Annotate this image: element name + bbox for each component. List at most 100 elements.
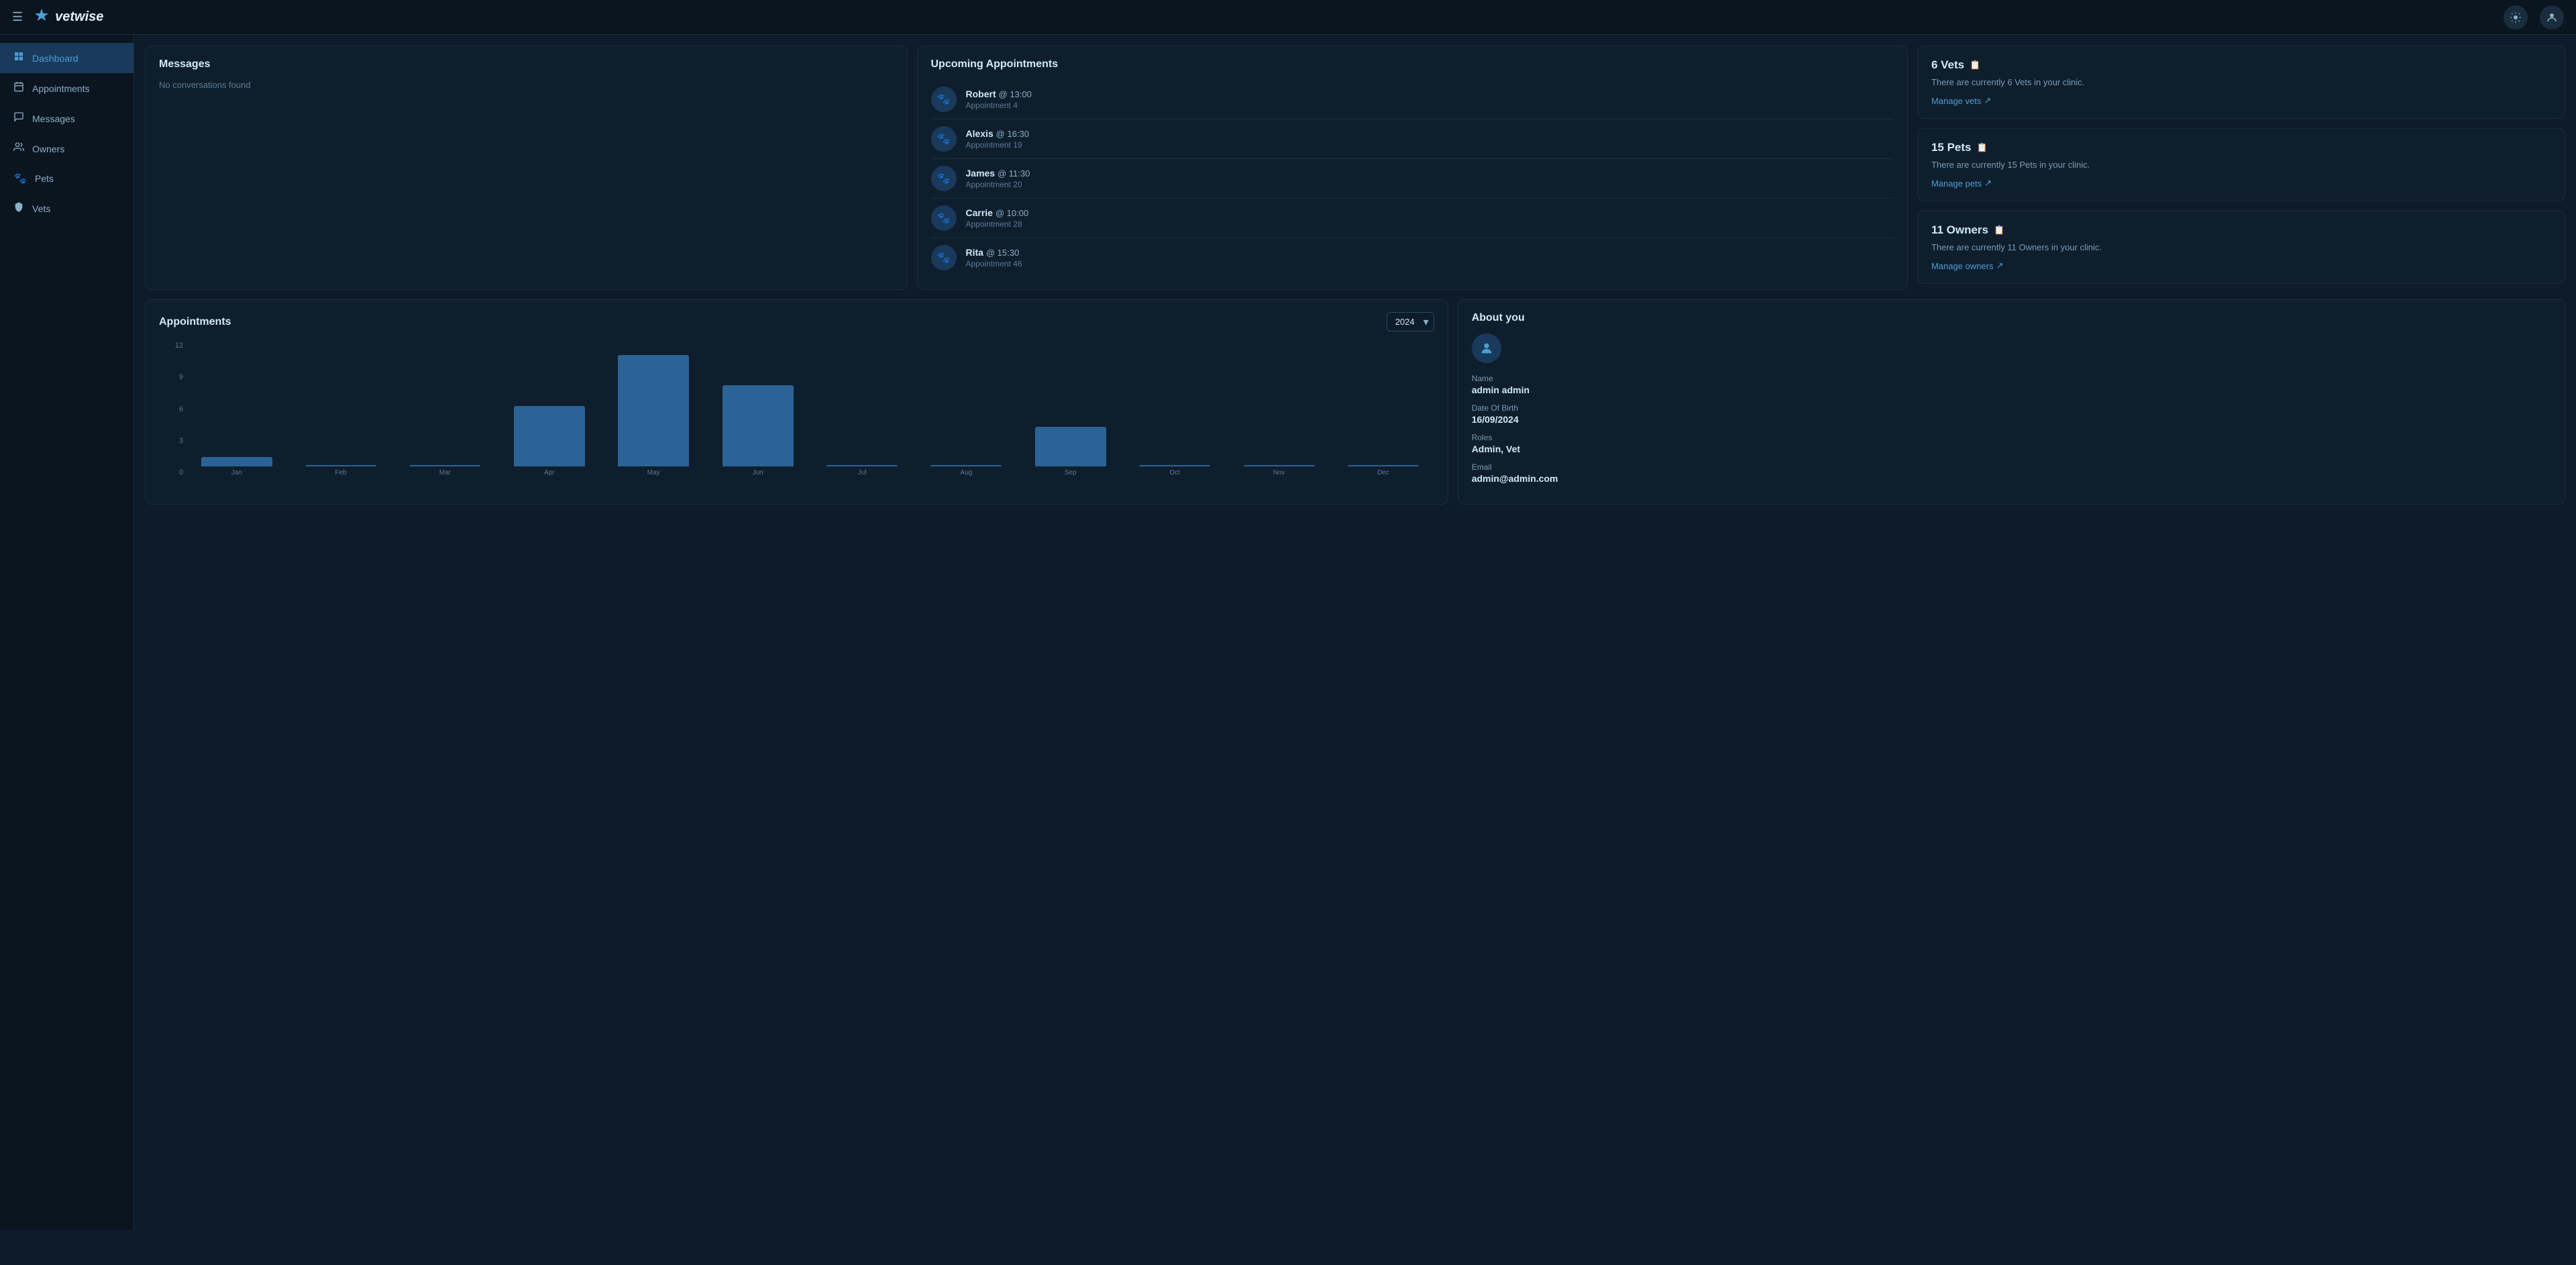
manage-pets-link[interactable]: Manage pets ↗ [1931,178,2551,189]
sidebar-item-appointments[interactable]: Appointments [0,73,133,103]
roles-value: Admin, Vet [1472,444,2551,454]
sidebar-item-vets[interactable]: Vets [0,193,133,223]
email-value: admin@admin.com [1472,473,2551,484]
appt-sub: Appointment 4 [966,101,1032,110]
appt-info: Robert @ 13:00 Appointment 4 [966,89,1032,110]
user-avatar [1472,334,1501,363]
bar-label-jun: Jun [753,469,763,476]
appointment-item-alexis[interactable]: 🐾 Alexis @ 16:30 Appointment 19 [931,119,1894,159]
about-title: About you [1472,312,2551,324]
bar-group-oct: Oct [1124,465,1226,476]
owners-stat-desc: There are currently 11 Owners in your cl… [1931,242,2551,252]
bar-group-sep: Sep [1020,427,1121,476]
topbar-left: ☰ vetwise [12,7,103,28]
sidebar-item-owners[interactable]: Owners [0,134,133,164]
upcoming-appointments-card: Upcoming Appointments 🐾 Robert @ 13:00 A… [917,46,1908,290]
y-label-0: 0 [159,469,183,476]
bar-group-mar: Mar [394,465,496,476]
sidebar-item-pets[interactable]: 🐾 Pets [0,164,133,193]
sidebar-label-pets: Pets [35,173,54,184]
copy-icon: 📋 [1994,225,2004,236]
bar-label-mar: Mar [439,469,451,476]
topbar: ☰ vetwise [0,0,2576,35]
chart-area: 12 9 6 3 0 JanFebMarAprMayJunJulAugSepOc… [159,342,1434,476]
vets-stat-card: 6 Vets 📋 There are currently 6 Vets in y… [1917,46,2565,119]
sidebar-label-messages: Messages [32,113,75,124]
paw-avatar: 🐾 [931,126,957,152]
appointment-item-carrie[interactable]: 🐾 Carrie @ 10:00 Appointment 28 [931,199,1894,238]
paw-avatar: 🐾 [931,245,957,270]
upcoming-title: Upcoming Appointments [931,58,1894,70]
manage-vets-link[interactable]: Manage vets ↗ [1931,95,2551,106]
bar-group-jul: Jul [811,465,912,476]
external-link-icon: ↗ [1984,178,1992,189]
appointments-chart-card: Appointments 2024 2023 2022 12 9 6 3 0 [145,299,1448,505]
year-select-wrapper: 2024 2023 2022 [1387,312,1434,332]
appt-sub: Appointment 20 [966,180,1030,189]
top-row: Messages No conversations found Upcoming… [145,46,2565,290]
manage-owners-link[interactable]: Manage owners ↗ [1931,260,2551,271]
bar-label-sep: Sep [1065,469,1077,476]
appt-name: Carrie @ 10:00 [966,207,1029,218]
owners-stat-title: 11 Owners 📋 [1931,223,2551,237]
copy-icon: 📋 [1970,60,1980,70]
appointments-list: 🐾 Robert @ 13:00 Appointment 4 🐾 Alexis [931,80,1894,277]
email-block: Email admin@admin.com [1472,462,2551,484]
pets-stat-title: 15 Pets 📋 [1931,141,2551,154]
user-avatar-button[interactable] [2540,5,2564,30]
messages-icon [13,111,24,125]
y-axis: 12 9 6 3 0 [159,342,183,476]
paw-avatar: 🐾 [931,166,957,191]
dob-value: 16/09/2024 [1472,414,2551,425]
y-label-3: 3 [159,438,183,445]
chart-title: Appointments [159,316,231,328]
bar-label-feb: Feb [335,469,346,476]
appt-sub: Appointment 28 [966,219,1029,229]
appointment-item-robert[interactable]: 🐾 Robert @ 13:00 Appointment 4 [931,80,1894,119]
owners-icon [13,142,24,156]
dob-block: Date Of Birth 16/09/2024 [1472,403,2551,425]
bar-group-jun: Jun [707,385,808,476]
pets-stat-desc: There are currently 15 Pets in your clin… [1931,160,2551,170]
bar-nov [1244,465,1315,466]
name-label: Name [1472,374,2551,383]
bar-mar [409,465,480,466]
pets-stat-card: 15 Pets 📋 There are currently 15 Pets in… [1917,128,2565,201]
bars-container: JanFebMarAprMayJunJulAugSepOctNovDec [186,342,1434,476]
paw-avatar: 🐾 [931,205,957,231]
bar-dec [1348,465,1419,466]
appt-info: James @ 11:30 Appointment 20 [966,168,1030,189]
logo-text: vetwise [55,9,103,25]
appt-info: Carrie @ 10:00 Appointment 28 [966,207,1029,229]
sidebar-item-messages[interactable]: Messages [0,103,133,134]
bar-apr [514,406,585,466]
bar-group-nov: Nov [1228,465,1330,476]
sun-icon[interactable] [2504,5,2528,30]
appointment-item-james[interactable]: 🐾 James @ 11:30 Appointment 20 [931,159,1894,199]
appt-name: James @ 11:30 [966,168,1030,179]
y-label-12: 12 [159,342,183,350]
bar-group-jan: Jan [186,457,287,476]
paw-avatar: 🐾 [931,87,957,112]
appt-name: Robert @ 13:00 [966,89,1032,99]
dob-label: Date Of Birth [1472,403,2551,413]
bar-jun [722,385,794,466]
sidebar-item-dashboard[interactable]: Dashboard [0,43,133,73]
appointment-item-rita[interactable]: 🐾 Rita @ 15:30 Appointment 46 [931,238,1894,277]
bar-label-jul: Jul [858,469,867,476]
messages-card: Messages No conversations found [145,46,908,290]
name-block: Name admin admin [1472,374,2551,395]
bar-label-aug: Aug [961,469,973,476]
appt-sub: Appointment 19 [966,140,1029,150]
appt-name: Alexis @ 16:30 [966,128,1029,139]
logo: vetwise [34,7,103,28]
owners-stat-card: 11 Owners 📋 There are currently 11 Owner… [1917,211,2565,284]
bar-aug [930,465,1002,466]
bar-group-aug: Aug [916,465,1017,476]
bottom-row: Appointments 2024 2023 2022 12 9 6 3 0 [145,299,2565,505]
stats-column: 6 Vets 📋 There are currently 6 Vets in y… [1917,46,2565,290]
roles-block: Roles Admin, Vet [1472,433,2551,454]
hamburger-icon[interactable]: ☰ [12,10,23,24]
year-select[interactable]: 2024 2023 2022 [1387,312,1434,332]
vets-icon [13,201,24,215]
